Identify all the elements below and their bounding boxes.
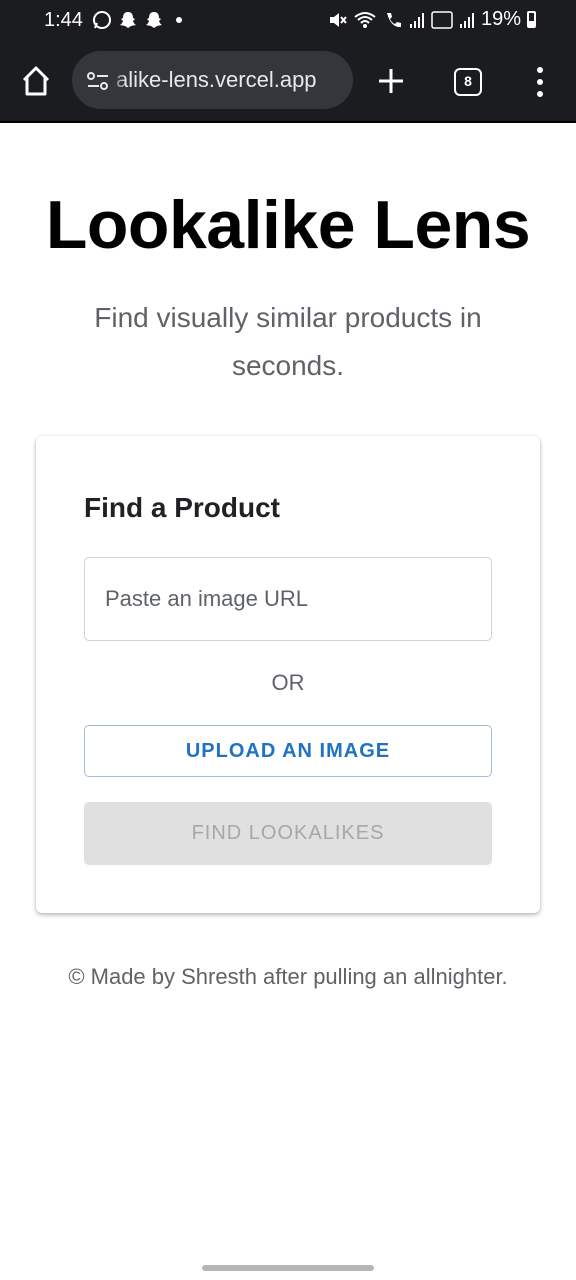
dot-icon bbox=[176, 17, 182, 23]
wifi-call-icon bbox=[386, 12, 401, 27]
browser-toolbar: alike-lens.vercel.app 8 bbox=[0, 42, 576, 123]
signal-icon bbox=[459, 12, 474, 28]
card-title: Find a Product bbox=[84, 492, 280, 523]
upload-image-button[interactable]: UPLOAD AN IMAGE bbox=[84, 725, 492, 777]
page-title: Lookalike Lens bbox=[45, 187, 531, 263]
whatsapp-icon bbox=[93, 11, 111, 29]
battery-percent: 19% bbox=[480, 8, 521, 30]
find-lookalikes-button[interactable]: FIND LOOKALIKES bbox=[84, 802, 492, 865]
tab-switcher-button[interactable]: 8 bbox=[454, 68, 482, 96]
image-url-input[interactable] bbox=[84, 557, 492, 641]
more-menu-icon[interactable] bbox=[533, 66, 547, 98]
status-bar: 1:44 19% bbox=[0, 0, 576, 42]
home-icon[interactable] bbox=[20, 64, 52, 98]
status-time: 1:44 bbox=[44, 9, 83, 31]
address-bar-url[interactable]: alike-lens.vercel.app bbox=[116, 67, 317, 93]
find-product-card: Find a Product OR UPLOAD AN IMAGE FIND L… bbox=[36, 436, 540, 913]
footer-credit: © Made by Shresth after pulling an allni… bbox=[68, 964, 508, 989]
volte-icon bbox=[431, 10, 453, 29]
notification-icons bbox=[92, 10, 184, 30]
gesture-navigation-bar[interactable] bbox=[202, 1265, 374, 1271]
url-fade bbox=[110, 51, 126, 109]
address-bar[interactable]: alike-lens.vercel.app bbox=[72, 51, 353, 109]
snapchat-icon bbox=[120, 12, 136, 28]
mute-icon bbox=[329, 12, 347, 27]
wifi-icon bbox=[354, 11, 376, 28]
snapchat-icon bbox=[146, 12, 162, 28]
battery-icon bbox=[527, 11, 536, 28]
page-subtitle: Find visually similar products in second… bbox=[94, 302, 482, 381]
or-divider-label: OR bbox=[271, 670, 305, 695]
status-right: 19% bbox=[327, 8, 536, 31]
site-settings-icon[interactable] bbox=[86, 71, 110, 91]
signal-icon bbox=[409, 12, 424, 28]
new-tab-icon[interactable] bbox=[376, 66, 406, 96]
